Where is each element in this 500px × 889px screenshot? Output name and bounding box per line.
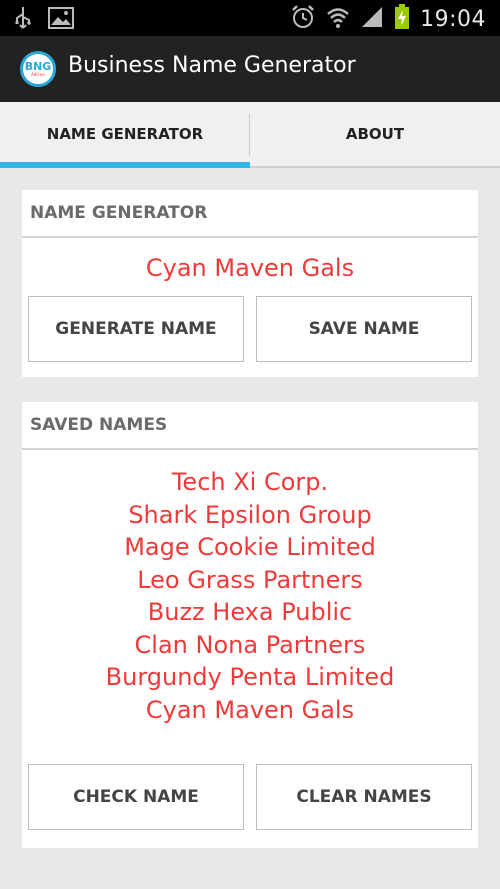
saved-name-item: Tech Xi Corp. [171,468,329,496]
usb-icon [14,6,32,34]
generated-name: Cyan Maven Gals [145,254,355,282]
saved-name-item: Shark Epsilon Group [128,500,372,529]
wifi-icon [326,5,350,33]
action-bar: BNG AdFree Business Name Generator [0,36,500,102]
alarm-icon [290,4,316,34]
saved-name-item: Mage Cookie Limited [124,533,376,561]
generate-name-button[interactable]: GENERATE NAME [28,296,244,362]
saved-name-item: Buzz Hexa Public [147,598,353,626]
app-logo-subtext: AdFree [31,72,45,77]
status-time: 19:04 [420,6,486,32]
saved-names-card: SAVED NAMES Tech Xi Corp. Shark Epsilon … [22,402,478,848]
saved-name-item: Clan Nona Partners [134,630,366,659]
saved-name-item: Cyan Maven Gals [145,695,355,724]
tab-name-generator[interactable]: NAME GENERATOR [0,102,250,168]
tab-bar: NAME GENERATOR ABOUT [0,102,500,168]
name-generator-card: NAME GENERATOR Cyan Maven Gals GENERATE … [22,190,478,377]
status-bar: 19:04 [0,0,500,36]
image-icon [48,7,74,33]
app-logo-text: BNG [24,60,52,73]
save-name-button[interactable]: SAVE NAME [256,296,472,362]
saved-names-header: SAVED NAMES [22,402,478,450]
battery-charging-icon [394,4,410,34]
saved-names-list: Tech Xi Corp. Shark Epsilon Group Mage C… [22,466,478,726]
app-title: Business Name Generator [68,53,356,78]
check-name-button[interactable]: CHECK NAME [28,764,244,830]
saved-name-item: Leo Grass Partners [137,565,363,594]
signal-icon [360,5,384,33]
name-generator-header: NAME GENERATOR [22,190,478,238]
saved-name-item: Burgundy Penta Limited [105,663,395,691]
tab-divider [249,114,250,156]
app-logo[interactable]: BNG AdFree [20,51,56,87]
tab-about[interactable]: ABOUT [250,102,500,166]
clear-names-button[interactable]: CLEAR NAMES [256,764,472,830]
